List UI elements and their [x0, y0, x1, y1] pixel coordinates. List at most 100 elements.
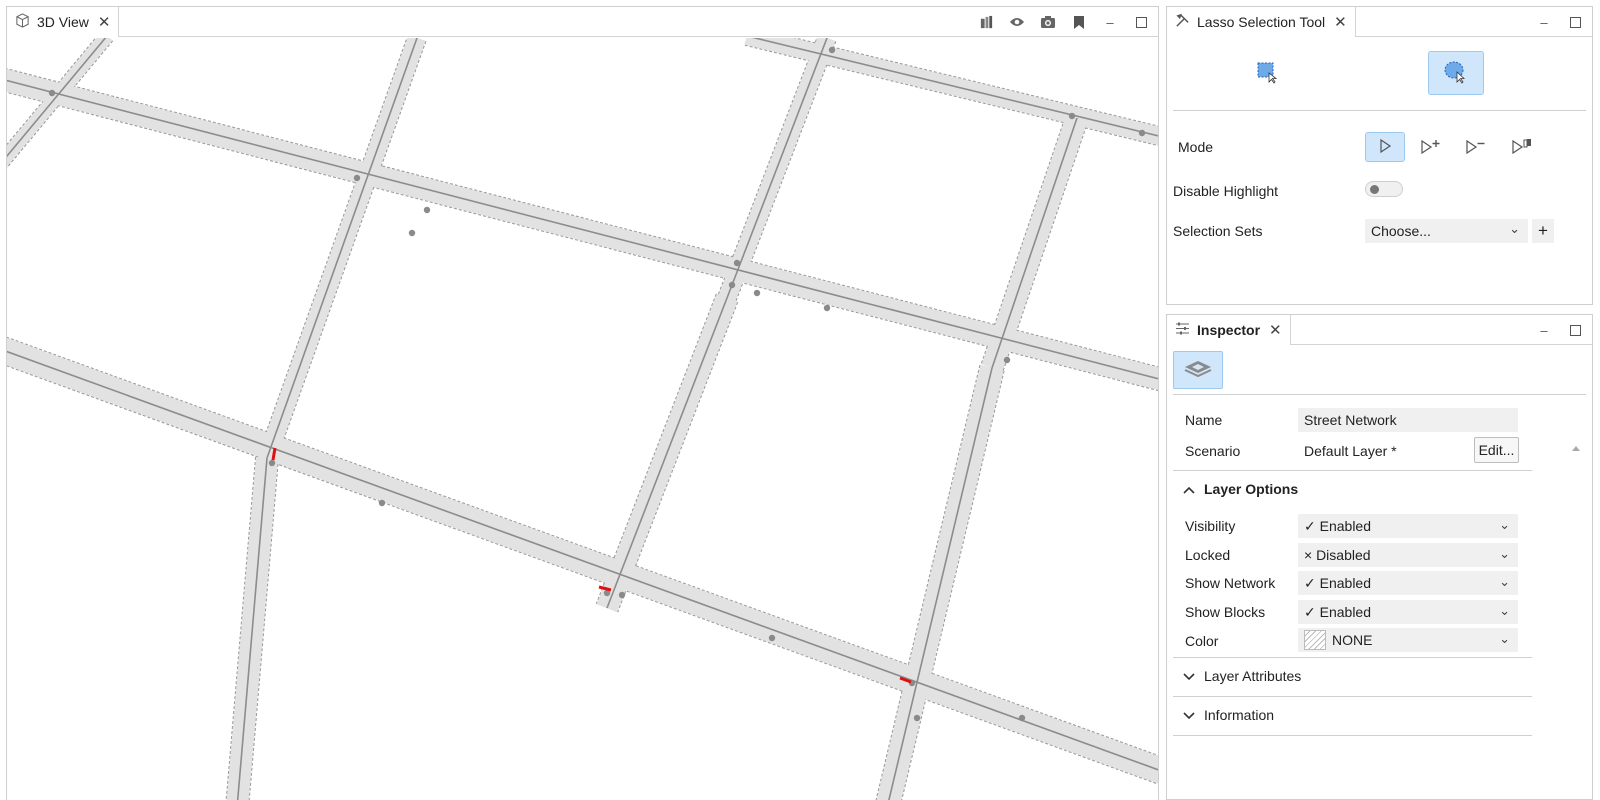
network-node[interactable]	[353, 174, 361, 182]
chevron-down-icon: ⌄	[1499, 546, 1510, 561]
minimize-icon[interactable]: –	[1535, 321, 1553, 339]
network-node[interactable]	[1068, 112, 1076, 120]
layer-type-button[interactable]	[1173, 351, 1223, 389]
option-dropdown[interactable]: ✓ Enabled ⌄	[1298, 600, 1518, 624]
option-value: ✓ Enabled	[1304, 574, 1371, 591]
section-title: Information	[1204, 707, 1275, 723]
road-segment[interactable]	[726, 38, 828, 299]
camera-icon[interactable]	[1039, 13, 1057, 31]
subtract-mode-button[interactable]	[1456, 132, 1496, 162]
tab-3d-view[interactable]: 3D View ✕	[7, 7, 120, 37]
add-selection-set-button[interactable]: +	[1532, 219, 1554, 243]
color-value: NONE	[1332, 632, 1373, 648]
scenario-value: Default Layer *	[1304, 443, 1397, 459]
network-node[interactable]	[828, 46, 836, 54]
network-node[interactable]	[423, 206, 431, 214]
network-node[interactable]	[48, 89, 56, 97]
option-value: × Disabled	[1304, 547, 1371, 563]
network-node[interactable]	[733, 259, 741, 267]
network-node[interactable]	[823, 304, 831, 312]
divider	[1173, 735, 1532, 736]
chevron-down-icon: ⌄	[1499, 517, 1510, 532]
network-node[interactable]	[753, 289, 761, 297]
divider	[1173, 696, 1532, 697]
scenario-label: Scenario	[1185, 443, 1241, 459]
add-mode-button[interactable]	[1411, 132, 1451, 162]
network-node[interactable]	[768, 634, 776, 642]
road-segment[interactable]	[266, 38, 418, 459]
edit-scenario-button[interactable]: Edit...	[1474, 437, 1519, 463]
network-node[interactable]	[268, 459, 276, 467]
rectangle-select-button[interactable]	[1239, 51, 1295, 95]
lasso-select-icon	[1443, 59, 1469, 88]
maximize-icon[interactable]	[1566, 321, 1584, 339]
close-icon[interactable]: ✕	[98, 13, 111, 31]
minimize-icon[interactable]: –	[1535, 13, 1553, 31]
tools-icon	[1175, 13, 1190, 31]
tab-inspector[interactable]: Inspector ✕	[1167, 315, 1291, 345]
layer-options-section-header[interactable]: Layer Options	[1173, 472, 1532, 506]
eye-icon[interactable]	[1008, 13, 1026, 31]
inspector-window-controls: –	[1535, 315, 1584, 345]
lasso-window-controls: –	[1535, 7, 1584, 37]
lasso-header: Lasso Selection Tool ✕ –	[1167, 7, 1592, 37]
network-node[interactable]	[408, 229, 416, 237]
option-dropdown[interactable]: × Disabled ⌄	[1298, 543, 1518, 567]
divider	[1173, 657, 1532, 658]
inspector-scrollbar[interactable]	[1568, 441, 1584, 799]
option-value: ✓ Enabled	[1304, 603, 1371, 620]
cube-icon	[15, 13, 30, 31]
information-section-header[interactable]: Information	[1173, 698, 1532, 732]
close-icon[interactable]: ✕	[1334, 13, 1347, 31]
chevron-down-icon: ⌄	[1499, 574, 1510, 589]
sliders-icon	[1175, 322, 1190, 338]
tab-lasso-selection[interactable]: Lasso Selection Tool ✕	[1167, 7, 1356, 37]
option-label: Locked	[1185, 547, 1231, 563]
name-value: Street Network	[1304, 412, 1397, 428]
name-field[interactable]: Street Network	[1298, 408, 1518, 432]
network-node[interactable]	[1003, 356, 1011, 364]
network-node[interactable]	[913, 714, 921, 722]
lasso-select-button[interactable]	[1428, 51, 1484, 95]
layer-attributes-section-header[interactable]: Layer Attributes	[1173, 659, 1532, 693]
selection-sets-dropdown[interactable]: Choose... ⌄	[1365, 219, 1528, 243]
subtract-mode-icon	[1464, 138, 1488, 157]
disable-highlight-toggle[interactable]	[1365, 181, 1403, 197]
option-dropdown[interactable]: ✓ Enabled ⌄	[1298, 514, 1518, 538]
option-value: ✓ Enabled	[1304, 517, 1371, 534]
option-dropdown[interactable]: ✓ Enabled ⌄	[1298, 571, 1518, 595]
selection-sets-label: Selection Sets	[1173, 223, 1263, 239]
maximize-icon[interactable]	[1132, 13, 1150, 31]
inspector-header: Inspector ✕ –	[1167, 315, 1592, 345]
select-mode-icon	[1377, 138, 1393, 157]
street-network-viewport[interactable]	[7, 38, 1158, 800]
selected-edge[interactable]	[271, 447, 277, 461]
street-network-canvas[interactable]	[7, 38, 1158, 800]
select-mode-button[interactable]	[1365, 132, 1405, 162]
3d-view-panel: 3D View ✕ –	[6, 6, 1159, 800]
road-segment[interactable]	[991, 117, 1078, 369]
bookmark-icon[interactable]	[1070, 13, 1088, 31]
selection-sets-value: Choose...	[1371, 223, 1431, 239]
color-swatch	[1304, 630, 1326, 650]
close-icon[interactable]: ✕	[1269, 321, 1282, 339]
color-label: Color	[1185, 633, 1219, 649]
color-dropdown[interactable]: NONE ⌄	[1298, 628, 1518, 652]
network-node[interactable]	[1018, 714, 1026, 722]
lasso-selection-panel: Lasso Selection Tool ✕ – Mode Disable Hi…	[1166, 6, 1593, 305]
chevron-down-icon	[1183, 668, 1195, 684]
section-title: Layer Attributes	[1204, 668, 1302, 684]
network-node[interactable]	[728, 281, 736, 289]
network-node[interactable]	[378, 499, 386, 507]
layers-icon[interactable]	[977, 13, 995, 31]
maximize-icon[interactable]	[1566, 13, 1584, 31]
minimize-icon[interactable]: –	[1101, 13, 1119, 31]
rectangle-select-icon	[1255, 60, 1279, 87]
tab-label: Lasso Selection Tool	[1197, 14, 1326, 30]
road-segment[interactable]	[606, 297, 728, 609]
divider	[1173, 394, 1586, 395]
network-node[interactable]	[618, 591, 626, 599]
intersect-mode-button[interactable]	[1502, 132, 1542, 162]
chevron-down-icon	[1183, 707, 1195, 723]
network-node[interactable]	[1138, 129, 1146, 137]
